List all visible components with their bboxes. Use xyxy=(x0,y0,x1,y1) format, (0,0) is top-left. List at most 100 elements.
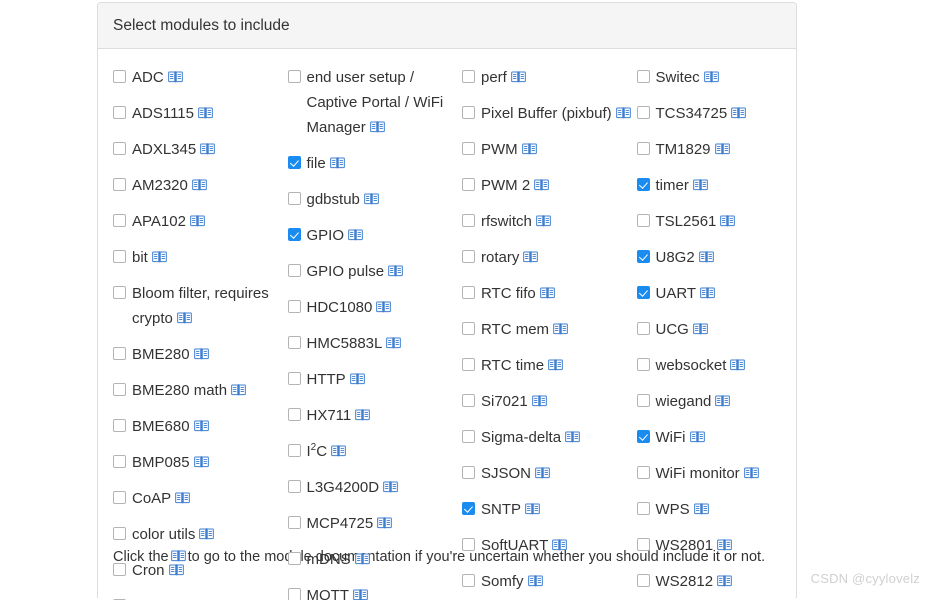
module-row-u8g2[interactable]: U8G2 xyxy=(636,245,807,270)
book-documentation-icon[interactable] xyxy=(715,395,731,407)
module-row-bme680[interactable]: BME680 xyxy=(113,414,283,439)
module-checkbox-bloom-filter-requires-crypto[interactable] xyxy=(113,286,126,299)
module-checkbox-rotary[interactable] xyxy=(462,250,475,263)
module-checkbox-bmp085[interactable] xyxy=(113,455,126,468)
module-row-ws2812[interactable]: WS2812 xyxy=(636,569,807,594)
module-checkbox-apa102[interactable] xyxy=(113,214,126,227)
module-row-bmp085[interactable]: BMP085 xyxy=(113,450,283,475)
module-row-ucg[interactable]: UCG xyxy=(636,317,807,342)
module-checkbox-i-c[interactable] xyxy=(287,444,301,457)
module-row-gdbstub[interactable]: gdbstub xyxy=(287,187,458,212)
book-documentation-icon[interactable] xyxy=(689,431,705,443)
module-checkbox-switec[interactable] xyxy=(636,70,650,83)
module-row-pixel-buffer-pixbuf[interactable]: Pixel Buffer (pixbuf) xyxy=(462,101,632,126)
module-row-sntp[interactable]: SNTP xyxy=(462,497,632,522)
module-checkbox-tm1829[interactable] xyxy=(636,142,650,155)
book-documentation-icon[interactable] xyxy=(383,481,398,493)
module-checkbox-pwm[interactable] xyxy=(462,142,475,155)
book-documentation-icon[interactable] xyxy=(388,265,403,277)
module-checkbox-l3g4200d[interactable] xyxy=(287,480,301,493)
book-documentation-icon[interactable] xyxy=(548,359,563,371)
module-row-rtc-fifo[interactable]: RTC fifo xyxy=(462,281,632,306)
module-checkbox-bme680[interactable] xyxy=(113,419,126,432)
book-documentation-icon[interactable] xyxy=(521,143,537,155)
book-documentation-icon[interactable] xyxy=(714,143,730,155)
module-row-sigma-delta[interactable]: Sigma-delta xyxy=(462,425,632,450)
module-checkbox-pixel-buffer-pixbuf[interactable] xyxy=(462,106,475,119)
book-documentation-icon[interactable] xyxy=(693,323,708,335)
book-documentation-icon[interactable] xyxy=(511,71,526,83)
module-checkbox-hmc5883l[interactable] xyxy=(287,336,301,349)
module-row-bit[interactable]: bit xyxy=(113,245,283,270)
module-checkbox-ws2812[interactable] xyxy=(636,574,650,587)
module-row-si7021[interactable]: Si7021 xyxy=(462,389,632,414)
book-documentation-icon[interactable] xyxy=(354,553,370,565)
module-row-gpio-pulse[interactable]: GPIO pulse xyxy=(287,259,458,284)
module-checkbox-wifi[interactable] xyxy=(636,430,650,443)
module-row-mqtt[interactable]: MQTT xyxy=(287,583,458,600)
module-checkbox-timer[interactable] xyxy=(636,178,650,191)
book-documentation-icon[interactable] xyxy=(527,575,543,587)
book-documentation-icon[interactable] xyxy=(615,107,631,119)
module-checkbox-ads1115[interactable] xyxy=(113,106,126,119)
book-documentation-icon[interactable] xyxy=(331,445,346,457)
module-checkbox-hx711[interactable] xyxy=(287,408,301,421)
book-documentation-icon[interactable] xyxy=(355,409,371,421)
module-row-hx711[interactable]: HX711 xyxy=(287,403,458,428)
module-checkbox-si7021[interactable] xyxy=(462,394,475,407)
book-documentation-icon[interactable] xyxy=(539,287,555,299)
book-documentation-icon[interactable] xyxy=(376,301,392,313)
book-documentation-icon[interactable] xyxy=(703,71,719,83)
module-row-hmc5883l[interactable]: HMC5883L xyxy=(287,331,458,356)
book-documentation-icon[interactable] xyxy=(700,287,715,299)
module-checkbox-somfy[interactable] xyxy=(462,574,475,587)
module-checkbox-wiegand[interactable] xyxy=(636,394,650,407)
module-checkbox-coap[interactable] xyxy=(113,491,126,504)
module-row-rtc-mem[interactable]: RTC mem xyxy=(462,317,632,342)
module-checkbox-sjson[interactable] xyxy=(462,466,475,479)
book-documentation-icon[interactable] xyxy=(177,312,192,324)
book-documentation-icon[interactable] xyxy=(717,575,732,587)
module-row-timer[interactable]: timer xyxy=(636,173,807,198)
book-documentation-icon[interactable] xyxy=(693,179,708,191)
module-row-perf[interactable]: perf xyxy=(462,65,632,90)
module-row-bme280[interactable]: BME280 xyxy=(113,342,283,367)
book-documentation-icon[interactable] xyxy=(386,337,402,349)
module-row-cron[interactable]: Cron xyxy=(113,558,283,583)
book-documentation-icon[interactable] xyxy=(198,107,213,119)
module-checkbox-pwm-2[interactable] xyxy=(462,178,475,191)
module-row-somfy[interactable]: Somfy xyxy=(462,569,632,594)
module-row-switec[interactable]: Switec xyxy=(636,65,807,90)
module-row-tm1829[interactable]: TM1829 xyxy=(636,137,807,162)
module-row-apa102[interactable]: APA102 xyxy=(113,209,283,234)
module-row-websocket[interactable]: websocket xyxy=(636,353,807,378)
module-checkbox-bme280[interactable] xyxy=(113,347,126,360)
book-documentation-icon[interactable] xyxy=(231,384,246,396)
module-row-coap[interactable]: CoAP xyxy=(113,486,283,511)
module-checkbox-wifi-monitor[interactable] xyxy=(636,466,650,479)
module-row-uart[interactable]: UART xyxy=(636,281,807,306)
module-row-rfswitch[interactable]: rfswitch xyxy=(462,209,632,234)
book-documentation-icon[interactable] xyxy=(531,395,547,407)
book-documentation-icon[interactable] xyxy=(193,456,209,468)
module-checkbox-rtc-mem[interactable] xyxy=(462,322,475,335)
book-documentation-icon[interactable] xyxy=(329,157,345,169)
book-documentation-icon[interactable] xyxy=(552,539,568,551)
module-checkbox-uart[interactable] xyxy=(636,286,650,299)
book-documentation-icon[interactable] xyxy=(553,323,568,335)
module-row-i-c[interactable]: I2C xyxy=(287,439,458,464)
book-documentation-icon[interactable] xyxy=(167,71,183,83)
module-checkbox-color-utils[interactable] xyxy=(113,527,126,540)
module-row-gpio[interactable]: GPIO xyxy=(287,223,458,248)
module-row-crypto[interactable]: crypto xyxy=(113,594,283,600)
book-documentation-icon[interactable] xyxy=(730,359,746,371)
book-documentation-icon[interactable] xyxy=(535,467,550,479)
book-documentation-icon[interactable] xyxy=(190,215,205,227)
module-row-adc[interactable]: ADC xyxy=(113,65,283,90)
module-row-ws2801[interactable]: WS2801 xyxy=(636,533,807,558)
module-row-softuart[interactable]: SoftUART xyxy=(462,533,632,558)
book-documentation-icon[interactable] xyxy=(168,564,184,576)
module-checkbox-http[interactable] xyxy=(287,372,301,385)
module-row-am2320[interactable]: AM2320 xyxy=(113,173,283,198)
module-row-bme280-math[interactable]: BME280 math xyxy=(113,378,283,403)
